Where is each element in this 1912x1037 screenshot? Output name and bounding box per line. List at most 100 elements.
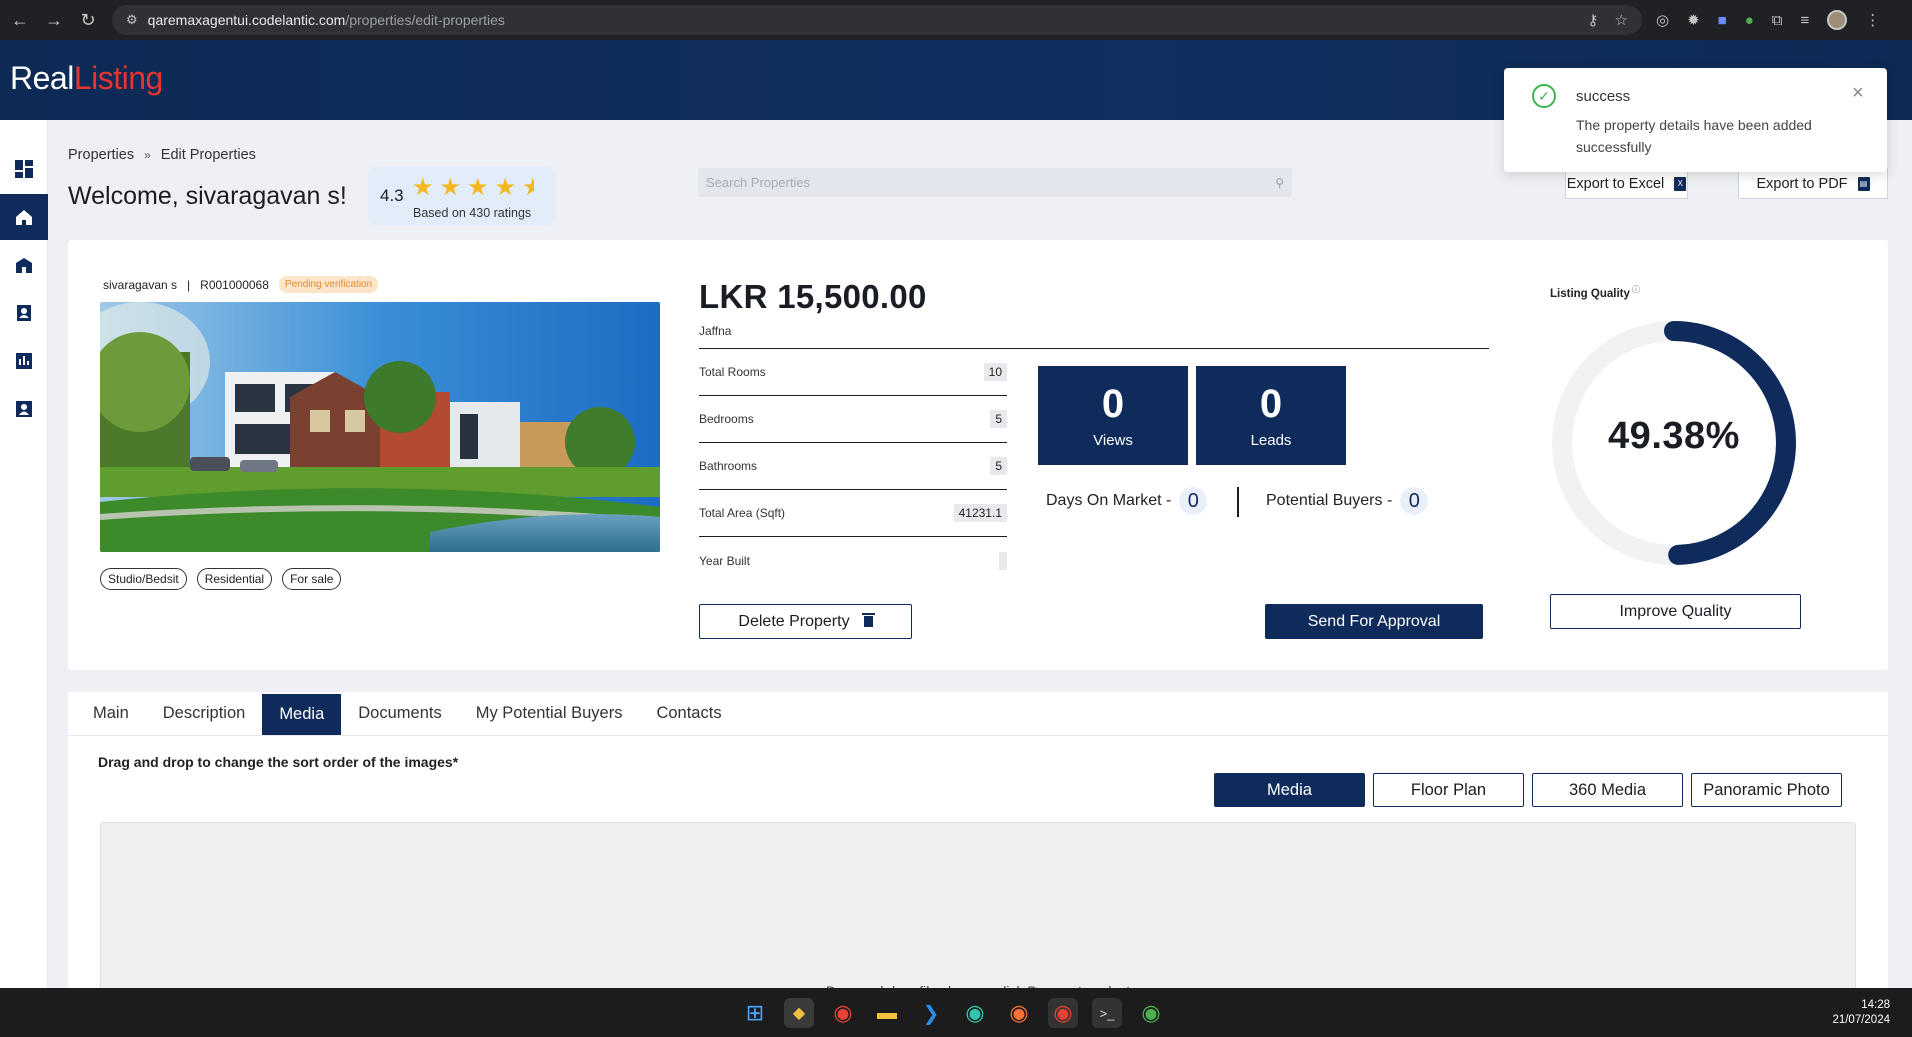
views-count: 0 bbox=[1101, 382, 1125, 426]
detail-value: 5 bbox=[990, 410, 1007, 428]
potential-buyers-label: Potential Buyers - bbox=[1266, 492, 1393, 509]
sidebar-item-reports[interactable] bbox=[0, 338, 48, 384]
media-subtab-panoramic-photo[interactable]: Panoramic Photo bbox=[1691, 773, 1842, 807]
listing-quality-label: Listing Quality ⓘ bbox=[1550, 284, 1640, 300]
sidebar-item-dashboard[interactable] bbox=[0, 146, 48, 192]
file-explorer-icon[interactable]: ▬ bbox=[872, 998, 902, 1028]
breadcrumb-separator: » bbox=[144, 148, 151, 162]
edge-app-icon[interactable]: ◉ bbox=[960, 998, 990, 1028]
bar-chart-icon bbox=[16, 353, 32, 369]
excel-file-icon: X bbox=[1674, 176, 1687, 191]
chrome-profile-app-icon[interactable]: ◉ bbox=[1048, 998, 1078, 1028]
info-icon[interactable]: ⓘ bbox=[1632, 285, 1640, 294]
close-icon[interactable]: × bbox=[1852, 82, 1864, 105]
firefox-app-icon[interactable]: ◉ bbox=[1004, 998, 1034, 1028]
tab-media[interactable]: Media bbox=[262, 694, 342, 735]
rating-value: 4.3 bbox=[380, 186, 404, 205]
address-bar[interactable]: ⚙ qaremaxagentui.codelantic.com /propert… bbox=[112, 5, 1642, 35]
detail-label: Total Rooms bbox=[699, 365, 766, 379]
browser-menu-icon[interactable]: ⋮ bbox=[1865, 11, 1880, 29]
export-excel-label: Export to Excel bbox=[1566, 175, 1665, 192]
rating-summary: 4.3 ★ ★ ★ ★ ★ Based on 430 ratings bbox=[368, 166, 556, 226]
days-on-market-value: 0 bbox=[1179, 487, 1208, 515]
reading-list-icon[interactable]: ≡ bbox=[1801, 12, 1810, 29]
sidebar-item-contacts[interactable] bbox=[0, 290, 48, 336]
search-input[interactable] bbox=[706, 175, 1276, 190]
extension-compass-icon[interactable]: ◎ bbox=[1656, 11, 1669, 29]
search-icon[interactable]: ⚲ bbox=[1275, 176, 1284, 190]
chrome-profile2-app-icon[interactable]: ◉ bbox=[1136, 998, 1166, 1028]
breadcrumb-properties[interactable]: Properties bbox=[68, 147, 134, 163]
vscode-app-icon[interactable]: ❯ bbox=[916, 998, 946, 1028]
star-icon: ★ bbox=[467, 174, 489, 201]
tab-contacts[interactable]: Contacts bbox=[639, 692, 738, 735]
toast-message: The property details have been added suc… bbox=[1576, 117, 1812, 155]
system-clock[interactable]: 14:28 21/07/2024 bbox=[1832, 998, 1890, 1028]
terminal-app-icon[interactable]: >_ bbox=[1092, 998, 1122, 1028]
detail-value: 5 bbox=[990, 457, 1007, 475]
media-sort-hint: Drag and drop to change the sort order o… bbox=[98, 754, 459, 770]
windows-start-icon[interactable]: ⊞ bbox=[740, 998, 770, 1028]
delete-property-button[interactable]: Delete Property bbox=[699, 604, 912, 639]
back-icon[interactable]: ← bbox=[6, 6, 34, 34]
sidebar-item-profile[interactable] bbox=[0, 386, 48, 432]
toast-title: success bbox=[1576, 88, 1631, 105]
property-reference: R001000068 bbox=[200, 277, 269, 292]
sidebar-item-buildings[interactable] bbox=[0, 242, 48, 288]
status-badge: Pending verification bbox=[278, 276, 379, 293]
tab-my-potential-buyers[interactable]: My Potential Buyers bbox=[459, 692, 640, 735]
export-pdf-label: Export to PDF bbox=[1756, 175, 1848, 192]
listing-quality-percent: 49.38% bbox=[1608, 415, 1740, 457]
sidebar-item-properties[interactable] bbox=[0, 194, 48, 240]
improve-quality-button[interactable]: Improve Quality bbox=[1550, 594, 1801, 629]
photoshop-app-icon[interactable]: ◆ bbox=[784, 998, 814, 1028]
export-excel-button[interactable]: Export to Excel X bbox=[1565, 168, 1688, 199]
dashboard-icon bbox=[15, 160, 33, 178]
detail-label: Bathrooms bbox=[699, 459, 758, 473]
pdf-file-icon: ▤ bbox=[1857, 176, 1870, 191]
breadcrumb-current: Edit Properties bbox=[160, 147, 256, 163]
welcome-heading: Welcome, sivaragavan s! bbox=[68, 182, 347, 210]
send-for-approval-button[interactable]: Send For Approval bbox=[1265, 604, 1483, 639]
tab-main[interactable]: Main bbox=[76, 692, 146, 735]
extension-gear-icon[interactable]: ✹ bbox=[1687, 11, 1700, 29]
clock-date: 21/07/2024 bbox=[1832, 1014, 1890, 1026]
detail-row-bedrooms: Bedrooms 5 bbox=[699, 396, 1007, 443]
media-subtab-360-media[interactable]: 360 Media bbox=[1532, 773, 1683, 807]
star-icon: ★ bbox=[494, 174, 517, 201]
tab-description[interactable]: Description bbox=[146, 692, 263, 735]
site-info-icon[interactable]: ⚙ bbox=[126, 12, 138, 28]
property-tabs-panel: Main Description Media Documents My Pote… bbox=[68, 692, 1888, 1002]
media-subtab-floor-plan[interactable]: Floor Plan bbox=[1373, 773, 1524, 807]
reload-icon[interactable]: ↻ bbox=[74, 6, 102, 34]
extension-blue-icon[interactable]: ■ bbox=[1718, 12, 1727, 29]
views-label: Views bbox=[1093, 432, 1133, 449]
brand-listing: Listing bbox=[73, 60, 164, 96]
profile-avatar[interactable] bbox=[1827, 10, 1848, 30]
leads-count: 0 bbox=[1259, 382, 1283, 426]
brand-logo[interactable]: RealListing bbox=[10, 60, 163, 97]
property-photo bbox=[100, 302, 660, 552]
tab-bar: Main Description Media Documents My Pote… bbox=[68, 692, 1888, 736]
search-properties[interactable]: ⚲ bbox=[698, 168, 1292, 197]
forward-icon[interactable]: → bbox=[40, 6, 68, 34]
file-dropzone[interactable]: Drag and drop files here or click Browse… bbox=[100, 822, 1856, 1002]
bookmark-star-icon[interactable]: ☆ bbox=[1615, 11, 1628, 29]
detail-value: 41231.1 bbox=[953, 504, 1007, 522]
export-pdf-button[interactable]: Export to PDF ▤ bbox=[1738, 168, 1888, 199]
chrome-app-icon[interactable]: ◉ bbox=[828, 998, 858, 1028]
days-on-market: Days On Market - 0 bbox=[1046, 487, 1208, 515]
potential-buyers-value: 0 bbox=[1400, 487, 1429, 515]
media-type-tabs: Media Floor Plan 360 Media Panoramic Pho… bbox=[1214, 773, 1842, 807]
half-star-icon: ★ bbox=[522, 174, 544, 201]
listing-quality-title: Listing Quality bbox=[1550, 287, 1630, 300]
extensions-puzzle-icon[interactable]: ⧉ bbox=[1772, 12, 1783, 29]
trash-icon bbox=[861, 613, 875, 627]
detail-value bbox=[999, 551, 1007, 570]
media-subtab-media[interactable]: Media bbox=[1214, 773, 1365, 807]
tab-documents[interactable]: Documents bbox=[341, 692, 458, 735]
send-for-approval-label: Send For Approval bbox=[1307, 612, 1441, 630]
extension-green-icon[interactable]: ● bbox=[1745, 12, 1754, 29]
key-icon[interactable]: ⚷ bbox=[1588, 11, 1599, 29]
stat-divider bbox=[1237, 487, 1239, 517]
